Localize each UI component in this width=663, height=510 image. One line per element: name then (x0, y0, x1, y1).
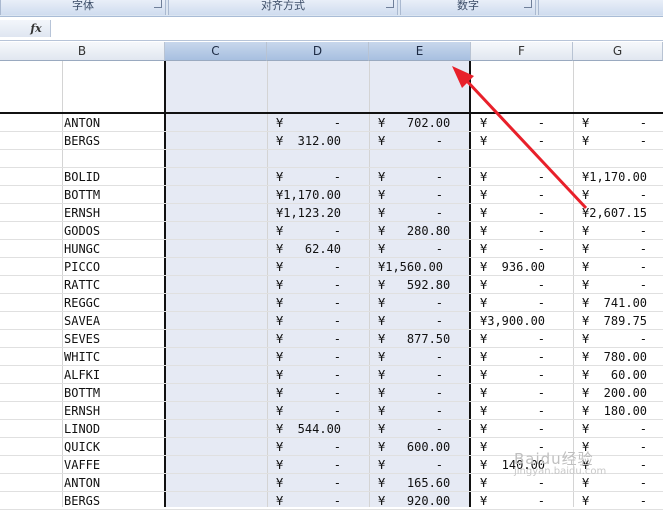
watermark-url: jingyan.baidu.com (514, 466, 607, 477)
arrow-shaft (464, 78, 588, 210)
annotation-arrow (452, 66, 588, 210)
